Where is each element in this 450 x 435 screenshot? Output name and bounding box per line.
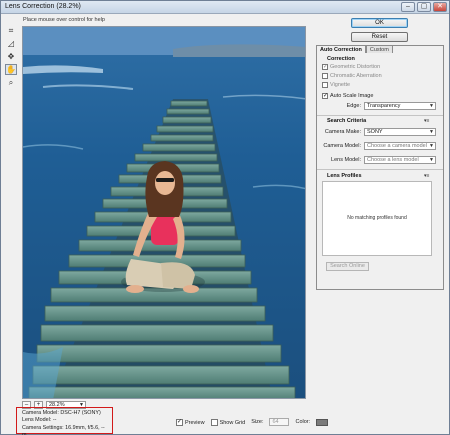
straighten-tool-icon[interactable]: ◿ [5, 38, 17, 49]
preview-checkbox[interactable]: ✓ Preview [176, 418, 205, 426]
beach-pier-photo [23, 27, 305, 398]
camera-model-text: Camera Model: DSC-H7 (SONY) [22, 410, 101, 416]
chevron-down-icon: ▼ [429, 157, 434, 163]
search-criteria-menu-icon[interactable]: ▾≡ [424, 118, 429, 124]
correction-heading: Correction [327, 56, 355, 62]
camera-make-label: Camera Make: [324, 129, 361, 135]
lens-profiles-menu-icon[interactable]: ▾≡ [424, 173, 429, 179]
edge-row: Edge: Transparency ▼ [322, 102, 436, 110]
remove-distortion-tool-icon[interactable]: ⌗ [5, 25, 17, 36]
search-online-button[interactable]: Search Online [326, 262, 369, 271]
minimize-icon[interactable]: – [401, 2, 415, 12]
chromatic-aberration-label: Chromatic Aberration [330, 73, 382, 79]
show-grid-label: Show Grid [219, 419, 246, 426]
chevron-down-icon: ▼ [429, 103, 434, 109]
close-icon[interactable]: ✕ [433, 2, 447, 12]
lens-model-value: Choose a lens model [367, 157, 419, 163]
auto-scale-option[interactable]: ✓ Auto Scale Image [322, 93, 373, 99]
grid-controls: ✓ Preview Show Grid Size: 64 Color: [176, 418, 329, 426]
grid-color-swatch[interactable] [316, 418, 329, 426]
no-profiles-text: No matching profiles found [347, 215, 407, 221]
search-criteria-heading: Search Criteria [327, 118, 367, 124]
show-grid-check-icon [210, 418, 218, 426]
lens-correction-dialog: Lens Correction (28.2%) – ▢ ✕ Place mous… [0, 0, 450, 435]
tool-palette: ⌗ ◿ ✥ ✋ ⌕ [5, 25, 19, 90]
edge-label: Edge: [346, 103, 361, 109]
camera-make-value: SONY [367, 129, 383, 135]
hand-tool-icon[interactable]: ✋ [5, 64, 17, 75]
camera-settings-text: Camera Settings: 16.9mm, f/5.6, --m [22, 424, 105, 435]
geometric-distortion-check-icon: ✓ [322, 64, 329, 70]
auto-scale-label: Auto Scale Image [330, 93, 374, 99]
window-title: Lens Correction (28.2%) [5, 3, 81, 10]
tab-auto-correction[interactable]: Auto Correction [316, 45, 366, 53]
camera-make-row: Camera Make: SONY ▼ [322, 128, 436, 136]
grid-color-label: Color: [295, 419, 311, 425]
lens-model-row: Lens Model: Choose a lens model ▼ [322, 156, 436, 164]
camera-model-label: Camera Model: [323, 143, 361, 149]
tab-custom[interactable]: Custom [365, 45, 393, 53]
image-preview[interactable] [22, 26, 306, 399]
vignette-label: Vignette [330, 82, 351, 88]
maximize-icon[interactable]: ▢ [417, 2, 431, 12]
title-bar: Lens Correction (28.2%) – ▢ ✕ [1, 1, 449, 14]
lens-profiles-heading: Lens Profiles [327, 173, 362, 179]
edge-select[interactable]: Transparency ▼ [364, 102, 436, 110]
show-grid-checkbox[interactable]: Show Grid [210, 418, 246, 426]
grid-size-select[interactable]: 64 [269, 418, 290, 426]
camera-model-row: Camera Model: Choose a camera model ▼ [322, 142, 436, 150]
ok-button[interactable]: OK [351, 18, 408, 28]
grid-size-label: Size: [251, 419, 264, 425]
chevron-down-icon: ▼ [429, 143, 434, 149]
preview-label: Preview [185, 419, 205, 426]
help-text: Place mouse over control for help [23, 17, 105, 23]
chromatic-aberration-option[interactable]: Chromatic Aberration [322, 73, 382, 79]
preview-check-icon: ✓ [176, 418, 183, 426]
camera-model-value: Choose a camera model [367, 143, 427, 149]
section-divider [317, 169, 443, 170]
edge-value: Transparency [367, 103, 401, 109]
camera-make-select[interactable]: SONY ▼ [364, 128, 436, 136]
zoom-tool-icon[interactable]: ⌕ [5, 77, 17, 88]
lens-profiles-list[interactable]: No matching profiles found [322, 181, 432, 256]
lens-model-label: Lens Model: [331, 157, 361, 163]
chevron-down-icon: ▼ [429, 129, 434, 135]
camera-model-select[interactable]: Choose a camera model ▼ [364, 142, 436, 150]
vignette-check-icon [322, 82, 328, 88]
lens-model-text: Lens Model: -- [22, 417, 57, 424]
reset-button[interactable]: Reset [351, 32, 408, 42]
auto-scale-check-icon: ✓ [322, 93, 329, 99]
chromatic-aberration-check-icon [322, 73, 328, 79]
move-grid-tool-icon[interactable]: ✥ [5, 51, 17, 62]
vignette-option[interactable]: Vignette [322, 82, 350, 88]
camera-metadata-box: Camera Model: DSC-H7 (SONY) Lens Model: … [16, 407, 113, 435]
geometric-distortion-label: Geometric Distortion [330, 64, 381, 70]
panel-tabs: Auto Correction Custom [316, 45, 393, 53]
section-divider [317, 115, 443, 116]
lens-model-select[interactable]: Choose a lens model ▼ [364, 156, 436, 164]
geometric-distortion-option[interactable]: ✓ Geometric Distortion [322, 64, 380, 70]
